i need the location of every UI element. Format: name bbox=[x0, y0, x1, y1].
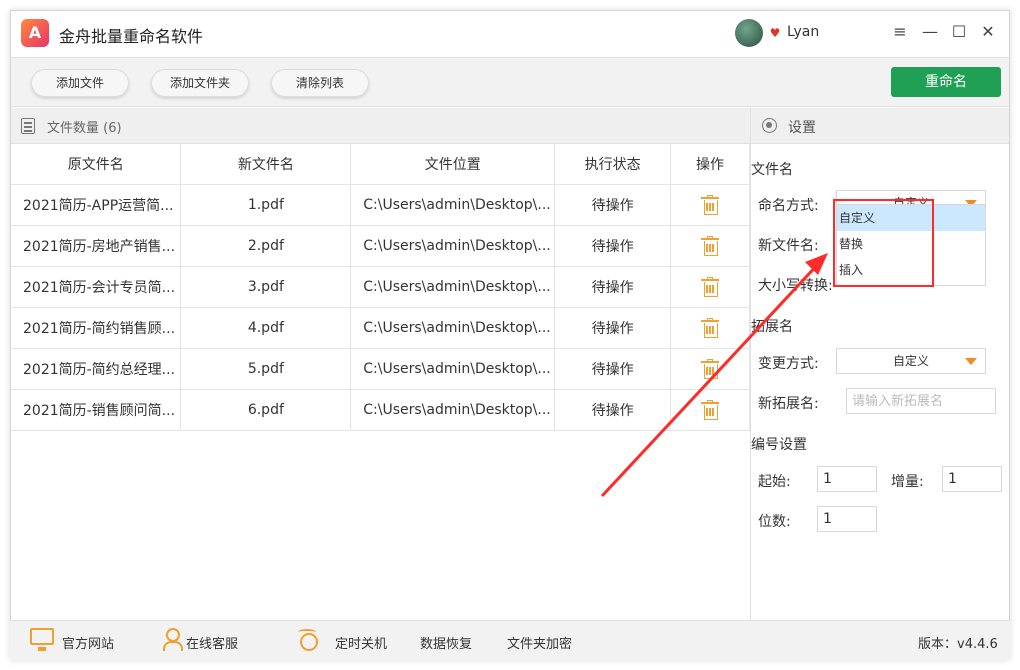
scheduled-shutdown-link[interactable]: 定时关机 bbox=[335, 633, 387, 652]
folder-encrypt-link[interactable]: 文件夹加密 bbox=[507, 633, 572, 652]
online-support-link[interactable]: 在线客服 bbox=[186, 633, 238, 652]
version-label: 版本：v4.4.6 bbox=[918, 637, 998, 652]
alarm-icon bbox=[296, 628, 318, 651]
data-recovery-link[interactable]: 数据恢复 bbox=[420, 633, 472, 652]
official-website-link[interactable]: 官方网站 bbox=[62, 633, 114, 652]
customer-service-icon bbox=[162, 628, 183, 651]
footer-bar: 官方网站 在线客服 定时关机 数据恢复 文件夹加密 版本：v4.4.6 bbox=[10, 620, 1010, 660]
monitor-icon bbox=[30, 628, 54, 651]
annotation-arrow bbox=[600, 253, 828, 498]
